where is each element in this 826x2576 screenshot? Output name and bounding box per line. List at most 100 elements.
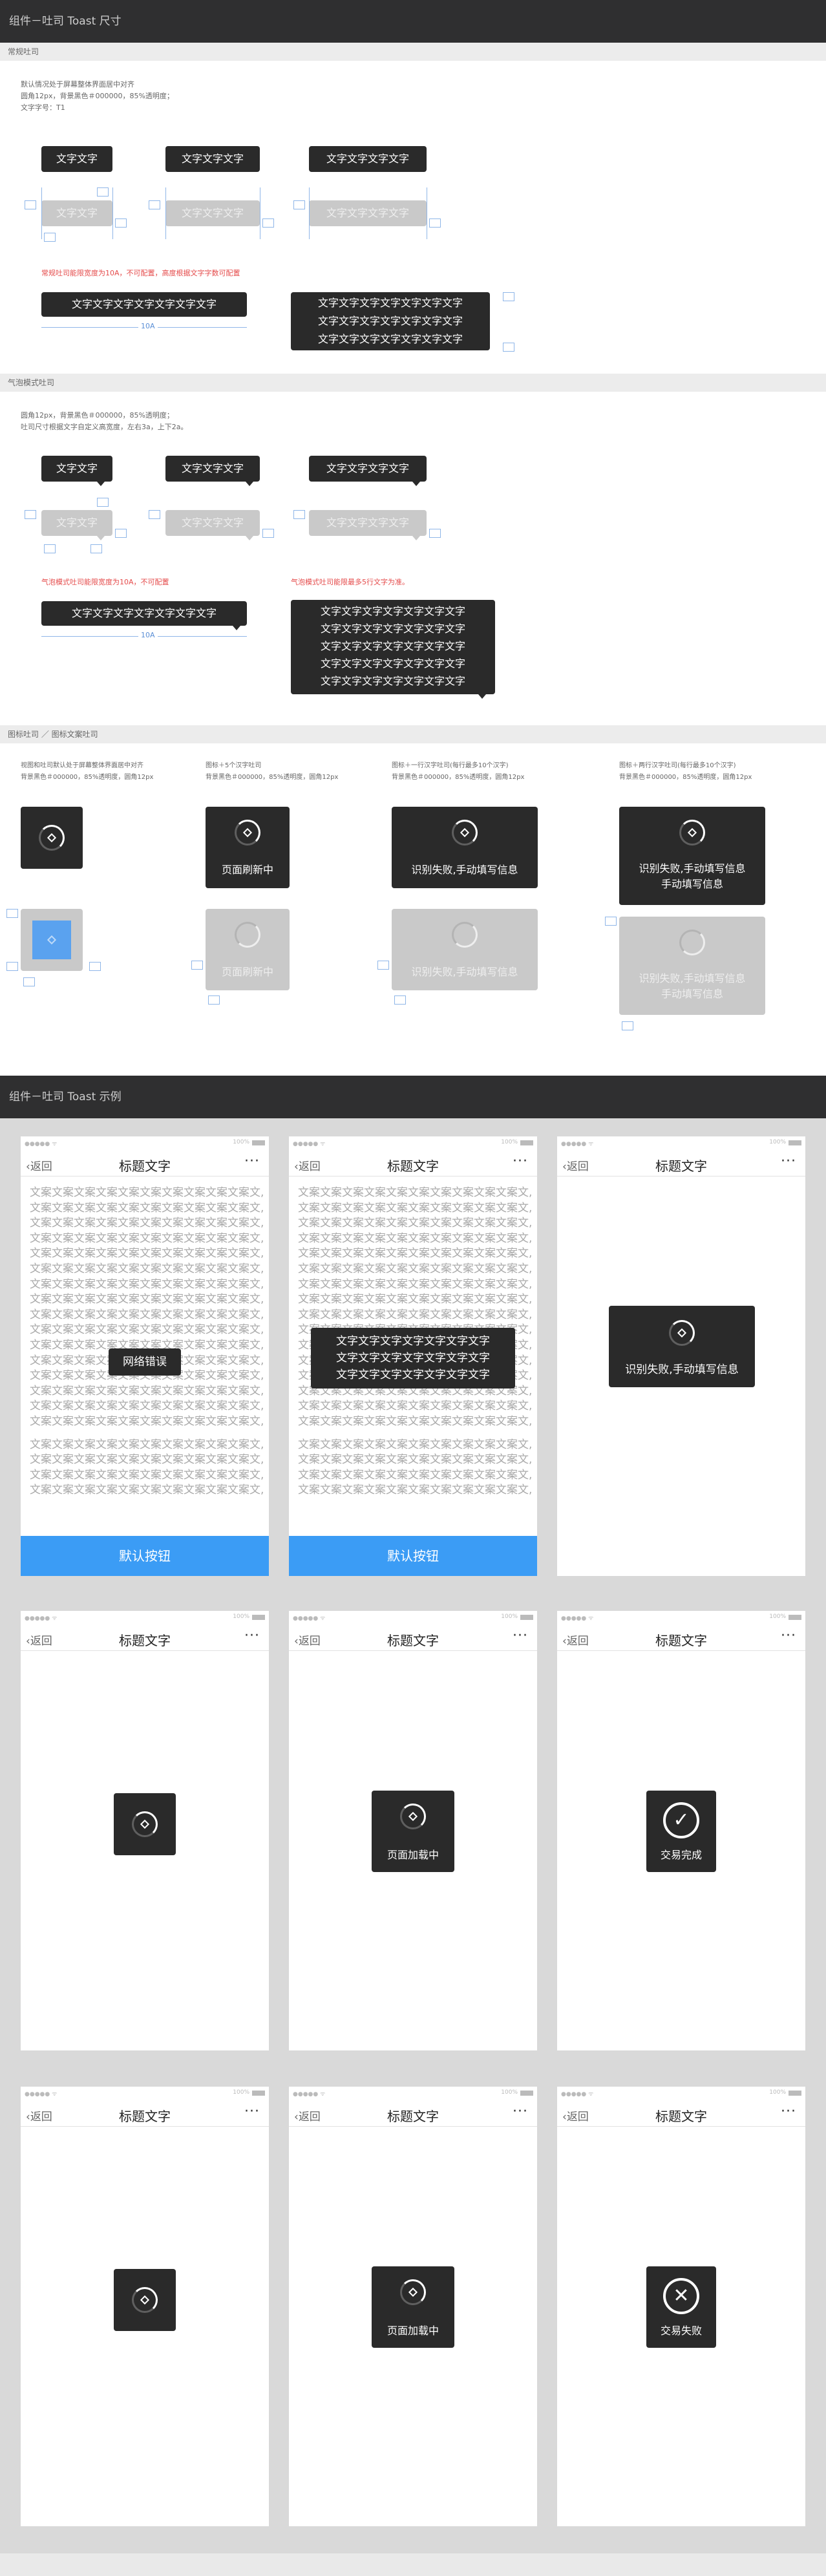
nav-bar: ‹返回 标题文字 ···: [289, 1624, 537, 1651]
body-line: 文案文案文案文案文案文案文案文案文案文案文,: [30, 1186, 264, 1199]
signal-icon: ●●●●● ᯤ: [293, 1141, 326, 1147]
more-icon[interactable]: ···: [781, 2103, 796, 2120]
toast-multiline: 文字文字文字文字文字文字文字 文字文字文字文字文字文字文字 文字文字文字文字文字…: [291, 292, 490, 350]
toast-sample: 文字文字: [41, 146, 112, 172]
nav-bar: ‹返回 标题文字 ···: [557, 2100, 805, 2127]
signal-icon: ●●●●● ᯤ: [561, 1615, 594, 1622]
signal-icon: ●●●●● ᯤ: [293, 2091, 326, 2098]
phone-screen: ●●●●● ᯤ 100% ‹返回 标题文字 ··· 页面加载中: [289, 2087, 537, 2526]
dimension-tag: [191, 961, 203, 970]
battery-icon: [252, 1615, 265, 1620]
nav-title: 标题文字: [655, 1633, 707, 1648]
body-line: 文案文案文案文案文案文案文案文案文案文案文,: [30, 1438, 264, 1451]
body-line: 文案文案文案文案文案文案文案文案文案文案文,: [298, 1414, 533, 1428]
toast-line: 文字文字文字文字文字文字文字: [320, 640, 465, 652]
section-icon-title: 图标吐司 ／ 图标文案吐司: [0, 725, 826, 743]
body-line: 文案文案文案文案文案文案文案文案文案文案文,: [30, 1468, 264, 1482]
dimension-tag: [149, 200, 160, 209]
toast-loading-icon: [114, 1793, 176, 1855]
body-line: 文案文案文案文案文案文案文案文案文案文案文,: [298, 1308, 533, 1321]
dimension-tag: [429, 529, 441, 538]
bubble-toast: 文字文字文字: [165, 456, 260, 482]
more-icon[interactable]: ···: [513, 1153, 528, 1169]
body-line: 文案文案文案文案文案文案文案文案文案文案文,: [298, 1217, 533, 1230]
dimension-tag: [44, 544, 56, 553]
guide-line: [112, 187, 113, 239]
icon-note: 视图和吐司默认处于屏幕整体界面居中对齐 背景黑色＃000000，85%透明度，圆…: [21, 762, 154, 781]
nav-bar: ‹返回 标题文字 ···: [557, 1149, 805, 1176]
toast-measure: 文字文字文字文字: [309, 200, 427, 226]
bubble-multiline: 文字文字文字文字文字文字文字 文字文字文字文字文字文字文字 文字文字文字文字文字…: [291, 600, 495, 694]
bubble-toast: 文字文字: [41, 456, 112, 482]
toast-page-loading: 页面加载中: [372, 2266, 454, 2348]
toast-max-width: 文字文字文字文字文字文字文字: [41, 292, 247, 317]
dimension-tag: [394, 995, 406, 1005]
more-icon[interactable]: ···: [244, 1153, 260, 1169]
default-button[interactable]: 默认按钮: [21, 1536, 269, 1576]
body-line: 文案文案文案文案文案文案文案文案文案文案文,: [30, 1308, 264, 1321]
close-circle-icon: ✕: [663, 2278, 699, 2314]
phone-screen: ●●●●● ᯤ 100% ‹返回 标题文字 ··· 文案文案文案文案文案文案文案…: [289, 1136, 537, 1576]
status-bar: ●●●●● ᯤ 100%: [557, 2087, 805, 2100]
battery-icon: [789, 2091, 801, 2096]
nav-bar: ‹返回 标题文字 ···: [289, 2100, 537, 2127]
nav-bar: ‹返回 标题文字 ···: [21, 2100, 269, 2127]
nav-title: 标题文字: [655, 2109, 707, 2124]
toast-recognize-fail: 识别失败,手动填写信息: [609, 1306, 755, 1387]
battery-level: 100%: [233, 1139, 249, 1145]
nav-bar: ‹返回 标题文字 ···: [21, 1624, 269, 1651]
toast-done: ✓ 交易完成: [646, 1791, 716, 1872]
more-icon[interactable]: ···: [781, 1628, 796, 1644]
toast-text: 识别失败,手动填写信息: [411, 864, 518, 876]
dimension-tag: [377, 961, 389, 970]
dimension-tag: [115, 529, 127, 538]
icon-toast-measure: [21, 909, 83, 971]
body-line: 文案文案文案文案文案文案文案文案文案文案文,: [30, 1201, 264, 1215]
more-icon[interactable]: ···: [513, 2103, 528, 2120]
bubble-toast: 文字文字文字文字: [309, 456, 427, 482]
body-line: 文案文案文案文案文案文案文案文案文案文案文,: [298, 1186, 533, 1199]
nav-bar: ‹返回 标题文字 ···: [21, 1149, 269, 1176]
more-icon[interactable]: ···: [244, 2103, 260, 2120]
dimension-tag: [149, 510, 160, 519]
body-line: 文案文案文案文案文案文案文案文案文案文案文,: [298, 1277, 533, 1291]
toast-line: 文字文字文字文字文字文字文字: [317, 315, 463, 327]
dimension-tag: [25, 510, 36, 519]
status-bar: ●●●●● ᯤ 100%: [557, 1136, 805, 1149]
body-line: 文案文案文案文案文案文案文案文案文案文案文,: [30, 1400, 264, 1413]
dimension-tag: [605, 917, 617, 926]
spinner-icon: [235, 922, 260, 948]
bubble-measure: 文字文字文字: [165, 510, 260, 536]
body-line: 文案文案文案文案文案文案文案文案文案文案文,: [298, 1293, 533, 1306]
dimension-tag: [503, 343, 514, 352]
dimension-tag: [208, 995, 220, 1005]
dimension-tag: [503, 292, 514, 301]
body-line: 文案文案文案文案文案文案文案文案文案文案文,: [298, 1438, 533, 1451]
status-bar: ●●●●● ᯤ 100%: [21, 1136, 269, 1149]
dimension-tag: [6, 962, 18, 971]
signal-icon: ●●●●● ᯤ: [25, 1141, 58, 1147]
more-icon[interactable]: ···: [244, 1628, 260, 1644]
toast-measure: 文字文字: [41, 200, 112, 226]
battery-level: 100%: [233, 2089, 249, 2096]
phone-screen: ●●●●● ᯤ 100% ‹返回 标题文字 ···: [21, 1611, 269, 2050]
dimension-tag: [429, 218, 441, 228]
phone-screen: ●●●●● ᯤ 100% ‹返回 标题文字 ··· 文案文案文案文案文案文案文案…: [21, 1136, 269, 1576]
guide-line: [165, 187, 166, 239]
toast-text: 页面刷新中: [221, 966, 273, 978]
battery-icon: [789, 1140, 801, 1145]
bubble-width-note: 气泡模式吐司能限宽度为10A，不可配置: [41, 578, 169, 586]
phone-screen: ●●●●● ᯤ 100% ‹返回 标题文字 ··· 页面加载中: [289, 1611, 537, 2050]
more-icon[interactable]: ···: [781, 1153, 796, 1169]
nav-title: 标题文字: [119, 1158, 171, 1174]
more-icon[interactable]: ···: [513, 1628, 528, 1644]
battery-level: 100%: [501, 2089, 518, 2096]
battery-level: 100%: [233, 1613, 249, 1620]
battery-level: 100%: [769, 2089, 786, 2096]
toast-sample: 文字文字文字文字: [309, 146, 427, 172]
body-line: 文案文案文案文案文案文案文案文案文案文案文,: [298, 1247, 533, 1261]
icon-text-toast: 识别失败,手动填写信息 手动填写信息: [619, 807, 765, 905]
bubble-tail: [97, 536, 105, 540]
default-button[interactable]: 默认按钮: [289, 1536, 537, 1576]
battery-icon: [520, 2091, 533, 2096]
